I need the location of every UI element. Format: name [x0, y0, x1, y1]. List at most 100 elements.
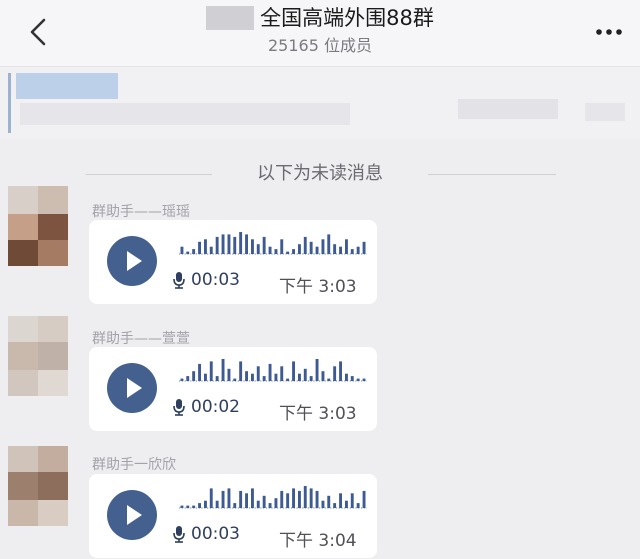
- waveform-bar: [245, 493, 248, 508]
- waveform-bar: [262, 236, 266, 254]
- waveform-bar: [327, 234, 331, 254]
- pinned-indicator: [8, 73, 11, 133]
- waveform-bar: [292, 488, 295, 508]
- waveform-bar: [198, 241, 201, 254]
- waveform-bar: [262, 376, 266, 381]
- message-time: 下午 3:04: [279, 531, 357, 551]
- waveform-bar: [233, 378, 237, 381]
- chat-title: 全国高端外围88群: [0, 4, 640, 32]
- waveform-bar: [180, 505, 184, 508]
- voice-duration: 00:03: [191, 270, 240, 290]
- message-time: 下午 3:03: [279, 404, 357, 424]
- waveform-bar: [227, 488, 231, 508]
- waveform-bar: [345, 500, 348, 508]
- waveform-bar: [186, 505, 190, 508]
- waveform-bar: [198, 363, 201, 381]
- waveform-bar: [339, 493, 342, 508]
- waveform-bar: [192, 505, 196, 508]
- waveform-bar: [286, 378, 290, 381]
- sender-name: 群助手一欣欣: [92, 457, 176, 473]
- redacted-mask: [206, 6, 255, 30]
- waveform-bar: [315, 246, 319, 254]
- play-icon[interactable]: [107, 363, 157, 413]
- waveform-bar: [221, 234, 225, 254]
- waveform-bar: [221, 490, 225, 508]
- waveform-bar: [286, 251, 290, 254]
- redacted-block: [458, 99, 558, 119]
- waveform-bar: [251, 488, 254, 508]
- more-button[interactable]: [592, 22, 626, 42]
- redacted-block: [16, 73, 118, 99]
- waveform-bar: [333, 244, 337, 254]
- waveform-bar: [298, 490, 301, 508]
- waveform-bar: [180, 378, 184, 381]
- waveform-bar: [227, 234, 231, 254]
- redacted-block: [20, 103, 350, 125]
- waveform-bar: [315, 359, 319, 381]
- message-time: 下午 3:03: [279, 277, 357, 297]
- pinned-message-blurred[interactable]: [0, 67, 640, 139]
- redacted-block: [585, 103, 625, 121]
- waveform-bar: [274, 498, 278, 508]
- waveform-bar: [262, 495, 266, 508]
- waveform-bar: [339, 246, 342, 254]
- play-icon[interactable]: [107, 236, 157, 286]
- waveform-bar: [251, 239, 254, 254]
- waveform-bar: [286, 493, 290, 508]
- avatar[interactable]: [8, 446, 68, 526]
- waveform-bar: [350, 376, 354, 381]
- waveform-bar: [268, 363, 272, 381]
- waveform-bar: [309, 376, 313, 381]
- waveform-bar: [274, 373, 278, 381]
- waveform-bar: [186, 376, 190, 381]
- waveform-bar: [303, 486, 307, 508]
- waveform-bar: [280, 366, 284, 381]
- waveform-bar: [198, 503, 201, 508]
- waveform-bar: [209, 488, 213, 508]
- waveform-bar: [350, 493, 354, 508]
- waveform-bar: [192, 249, 196, 254]
- waveform-bar: [209, 361, 213, 381]
- waveform-bar: [186, 251, 190, 254]
- waveform-bar: [321, 239, 325, 254]
- waveform-bar: [204, 500, 207, 508]
- waveform-bar: [256, 244, 260, 254]
- divider-line-right: [428, 174, 556, 175]
- group-name: 全国高端外围88群: [260, 6, 434, 30]
- waveform-bar: [315, 490, 319, 508]
- waveform-bar: [327, 378, 331, 381]
- chat-header: 全国高端外围88群 25165 位成员: [0, 0, 640, 67]
- waveform-bar: [292, 361, 295, 381]
- waveform-bar: [215, 500, 219, 508]
- microphone-icon: [173, 272, 185, 289]
- waveform-bar: [227, 368, 231, 381]
- waveform-bar: [321, 371, 325, 381]
- play-icon[interactable]: [107, 490, 157, 540]
- more-icon: [596, 29, 622, 35]
- waveform-bar: [309, 488, 313, 508]
- voice-duration: 00:03: [191, 524, 240, 544]
- avatar[interactable]: [8, 186, 68, 266]
- waveform-bar: [204, 373, 207, 381]
- waveform-bar: [303, 368, 307, 381]
- waveform-bar: [362, 378, 366, 381]
- waveform-bar: [239, 361, 243, 381]
- waveform-bar: [221, 359, 225, 381]
- voice-message-bubble[interactable]: 00:02 下午 3:03: [89, 347, 377, 431]
- microphone-icon: [173, 399, 185, 416]
- waveform-bar: [327, 495, 331, 508]
- waveform-bar: [280, 239, 284, 254]
- waveform-bar: [292, 249, 295, 254]
- voice-message-bubble[interactable]: 00:03 下午 3:03: [89, 220, 377, 304]
- waveform-bar: [356, 246, 360, 254]
- microphone-icon: [173, 526, 185, 543]
- waveform-bar: [345, 373, 348, 381]
- waveform-bar: [268, 503, 272, 508]
- waveform-bar: [239, 232, 243, 254]
- voice-message-bubble[interactable]: 00:03 下午 3:04: [89, 474, 377, 558]
- waveform-bar: [204, 239, 207, 254]
- waveform-bar: [280, 490, 284, 508]
- waveform-bar: [298, 244, 301, 254]
- waveform-bar: [239, 490, 243, 508]
- avatar[interactable]: [8, 316, 68, 396]
